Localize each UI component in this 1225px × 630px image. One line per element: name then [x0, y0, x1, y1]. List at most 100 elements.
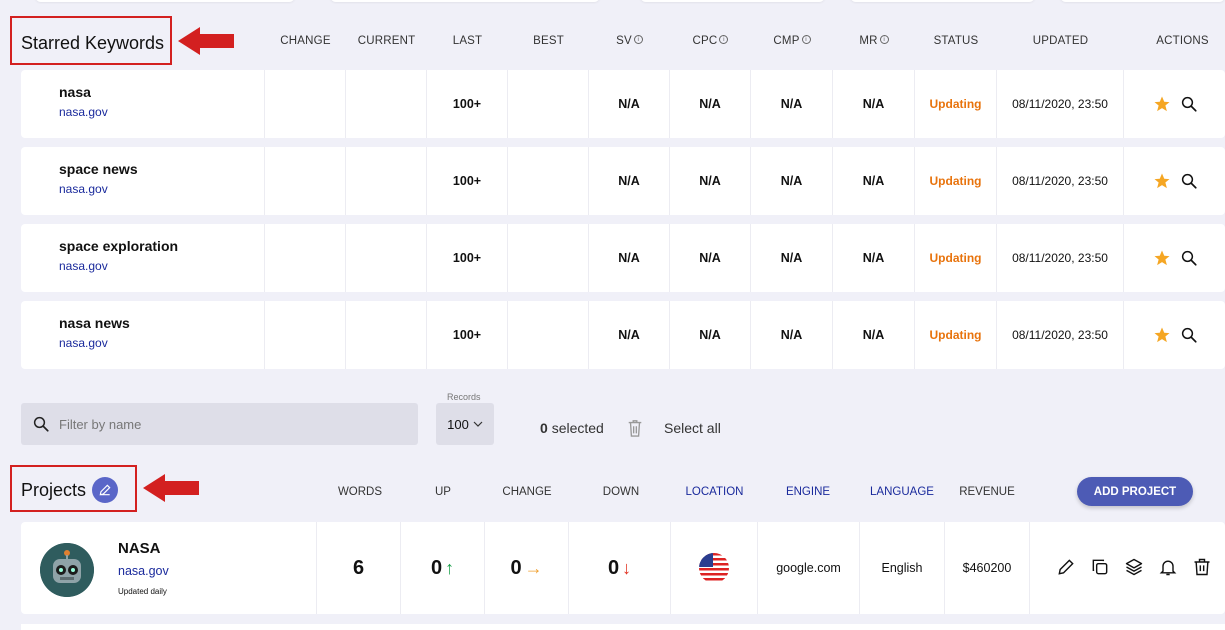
keyword-row[interactable]: space exploration nasa.gov 100+ N/A N/A …	[21, 224, 1225, 292]
info-icon[interactable]: i	[633, 35, 643, 44]
search-icon[interactable]	[1180, 249, 1198, 267]
col-head-mr[interactable]: MR i	[833, 35, 915, 47]
cell-change	[264, 301, 345, 369]
star-icon[interactable]	[1153, 249, 1171, 267]
col-head-best[interactable]: BEST	[508, 35, 589, 47]
top-tab[interactable]	[850, 0, 1035, 2]
info-icon[interactable]: i	[719, 35, 729, 44]
add-project-button[interactable]: ADD PROJECT	[1077, 477, 1193, 506]
cell-cpc: N/A	[669, 301, 750, 369]
top-tab[interactable]	[1060, 0, 1225, 2]
col-head-words[interactable]: WORDS	[320, 486, 400, 498]
search-icon[interactable]	[1180, 326, 1198, 344]
cell-language: English	[859, 522, 944, 614]
col-head-engine[interactable]: ENGINE	[768, 486, 848, 498]
col-head-down[interactable]: DOWN	[581, 486, 661, 498]
annotation-arrow-icon	[143, 474, 199, 502]
cell-revenue: $460200	[944, 522, 1029, 614]
col-head-cmp[interactable]: CMP i	[751, 35, 833, 47]
cell-last: 100+	[426, 147, 507, 215]
cell-words: 6	[316, 522, 400, 614]
layers-icon[interactable]	[1124, 557, 1144, 577]
col-head-cmp-label: CMP	[773, 35, 800, 47]
project-domain-link[interactable]: nasa.gov	[118, 564, 169, 578]
star-icon[interactable]	[1153, 326, 1171, 344]
col-head-cpc-label: CPC	[692, 35, 718, 47]
search-icon[interactable]	[1180, 172, 1198, 190]
col-head-status[interactable]: STATUS	[915, 35, 997, 47]
cell-best	[507, 70, 588, 138]
cell-updated: 08/11/2020, 23:50	[996, 70, 1123, 138]
cell-current	[345, 70, 426, 138]
col-head-language[interactable]: LANGUAGE	[862, 486, 942, 498]
col-head-location[interactable]: LOCATION	[672, 486, 757, 498]
arrow-up-icon: ↑	[445, 557, 455, 578]
arrow-down-icon: ↓	[622, 557, 632, 578]
cell-cmp: N/A	[750, 147, 832, 215]
keyword-domain-link[interactable]: nasa.gov	[59, 259, 108, 273]
selected-count: 0 selected	[540, 420, 604, 436]
col-head-sv[interactable]: SV i	[589, 35, 670, 47]
cell-engine: google.com	[757, 522, 859, 614]
trash-icon[interactable]	[1192, 557, 1212, 577]
edit-icon[interactable]	[1056, 557, 1076, 577]
actions-cell	[1123, 147, 1225, 215]
top-tab[interactable]	[35, 0, 295, 2]
us-flag-icon	[699, 553, 729, 583]
records-select[interactable]: 100	[436, 403, 494, 445]
col-head-mr-label: MR	[859, 35, 878, 47]
project-row[interactable]: NASA nasa.gov Updated daily 6 0 ↑ 0 → 0 ↓ g…	[21, 522, 1225, 614]
star-icon[interactable]	[1153, 95, 1171, 113]
col-head-current[interactable]: CURRENT	[346, 35, 427, 47]
cell-sv: N/A	[588, 301, 669, 369]
col-head-revenue[interactable]: REVENUE	[947, 486, 1027, 498]
cell-best	[507, 224, 588, 292]
change-value: 0	[510, 556, 522, 579]
keyword-row[interactable]: nasa nasa.gov 100+ N/A N/A N/A N/A Updat…	[21, 70, 1225, 138]
cell-cpc: N/A	[669, 224, 750, 292]
keyword-name: space news	[59, 161, 138, 177]
cell-last: 100+	[426, 70, 507, 138]
cell-mr: N/A	[832, 70, 914, 138]
cell-last: 100+	[426, 224, 507, 292]
project-update-frequency: Updated daily	[118, 587, 167, 596]
status-badge: Updating	[914, 147, 996, 215]
top-tab[interactable]	[330, 0, 600, 2]
actions-cell	[1123, 301, 1225, 369]
col-head-change[interactable]: CHANGE	[265, 35, 346, 47]
select-all-link[interactable]: Select all	[664, 420, 721, 436]
star-icon[interactable]	[1153, 172, 1171, 190]
project-name[interactable]: NASA	[118, 540, 161, 557]
keyword-domain-link[interactable]: nasa.gov	[59, 336, 108, 350]
col-head-up[interactable]: UP	[403, 486, 483, 498]
cell-cmp: N/A	[750, 70, 832, 138]
filter-by-name-input[interactable]	[59, 403, 409, 445]
info-icon[interactable]: i	[801, 35, 811, 44]
trash-icon[interactable]	[626, 418, 644, 438]
section-title-projects: Projects	[21, 480, 87, 500]
chevron-down-icon	[473, 421, 483, 427]
status-badge: Updating	[914, 70, 996, 138]
filter-bar	[21, 403, 418, 445]
col-head-actions: ACTIONS	[1156, 35, 1209, 47]
edit-projects-button[interactable]	[92, 477, 118, 503]
cell-cpc: N/A	[669, 147, 750, 215]
info-icon[interactable]: i	[879, 35, 889, 44]
keyword-domain-link[interactable]: nasa.gov	[59, 105, 108, 119]
col-head-updated[interactable]: UPDATED	[997, 35, 1124, 47]
top-tab[interactable]	[640, 0, 825, 2]
cell-change	[264, 224, 345, 292]
search-icon[interactable]	[1180, 95, 1198, 113]
cell-cmp: N/A	[750, 301, 832, 369]
keyword-row[interactable]: nasa news nasa.gov 100+ N/A N/A N/A N/A …	[21, 301, 1225, 369]
keyword-domain-link[interactable]: nasa.gov	[59, 182, 108, 196]
language-value: English	[881, 561, 923, 575]
selected-count-number: 0	[540, 420, 548, 436]
keyword-name: nasa news	[59, 315, 130, 331]
keyword-row[interactable]: space news nasa.gov 100+ N/A N/A N/A N/A…	[21, 147, 1225, 215]
col-head-change[interactable]: CHANGE	[487, 486, 567, 498]
copy-icon[interactable]	[1090, 557, 1110, 577]
col-head-last[interactable]: LAST	[427, 35, 508, 47]
col-head-cpc[interactable]: CPC i	[670, 35, 751, 47]
bell-icon[interactable]	[1158, 557, 1178, 577]
